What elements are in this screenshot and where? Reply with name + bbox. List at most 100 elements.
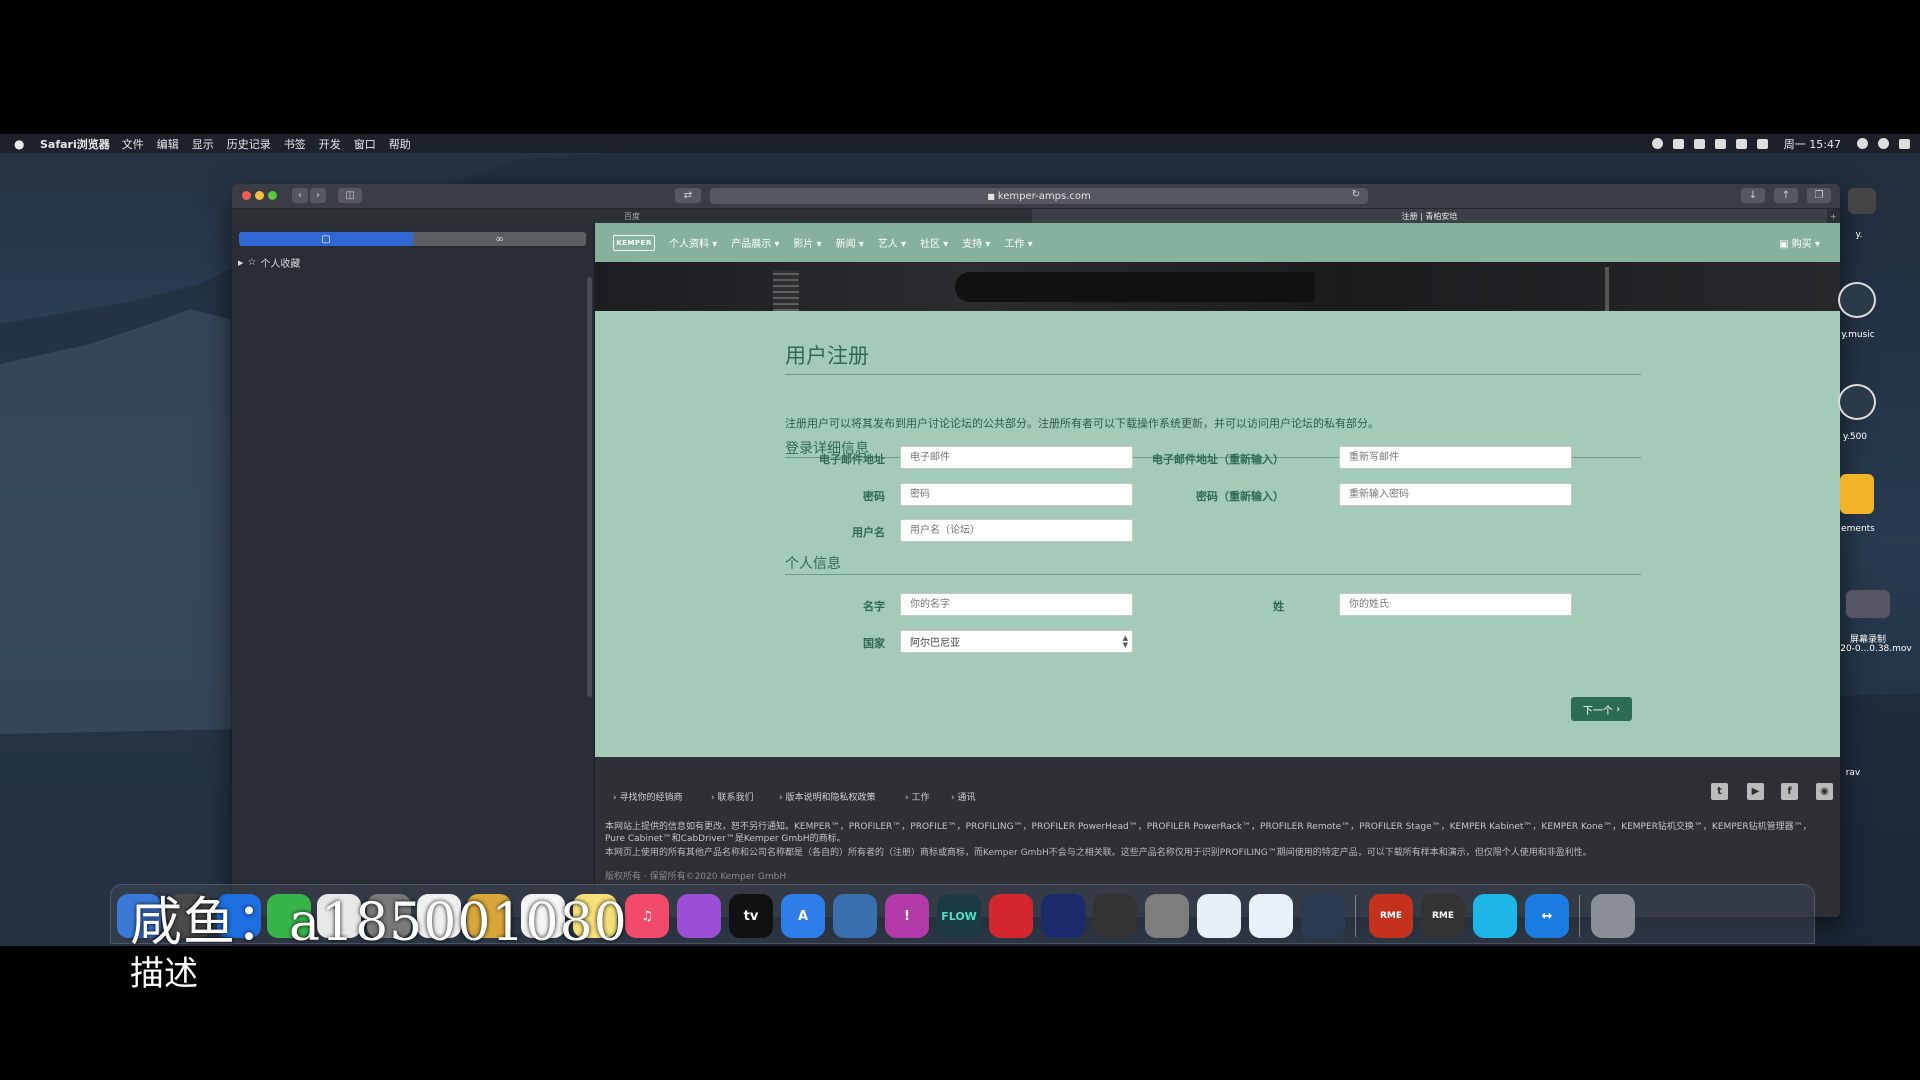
footer-link-newsletter[interactable]: › 通讯 (951, 790, 975, 803)
nav-videos[interactable]: 影片 ▾ (793, 235, 821, 250)
twitter-icon[interactable]: t (1711, 783, 1728, 800)
shield-icon[interactable] (1672, 138, 1684, 149)
clock[interactable]: 周一 15:47 (1784, 136, 1841, 152)
desktop-label-7[interactable]: rav (1838, 768, 1868, 778)
footer-link-contact[interactable]: › 联系我们 (711, 790, 753, 803)
username-field[interactable] (900, 519, 1133, 542)
next-button[interactable]: 下一个 › (1571, 697, 1632, 721)
tab-baidu[interactable]: 百度 (232, 209, 1032, 224)
email-confirm-field[interactable] (1339, 446, 1572, 469)
time-machine-icon-2[interactable] (1838, 384, 1876, 420)
podcasts-icon[interactable] (677, 894, 721, 938)
tab-kemper-register[interactable]: 注册 | 青柏安培 (1032, 209, 1827, 224)
chat-icon[interactable] (1693, 138, 1705, 149)
select-arrows-icon: ▲ ▼ (1122, 634, 1128, 649)
email-field[interactable] (900, 446, 1133, 469)
nav-profile[interactable]: 个人资料 ▾ (669, 235, 717, 250)
password-confirm-field[interactable] (1339, 483, 1572, 506)
nav-community[interactable]: 社区 ▾ (920, 235, 948, 250)
screen-share-icon[interactable] (1473, 894, 1517, 938)
apple-tv-icon[interactable]: tv (729, 894, 773, 938)
music-note-icon[interactable] (1848, 188, 1876, 214)
sidebar-toggle-icon[interactable]: ◫ (338, 188, 362, 203)
trash-icon[interactable] (1591, 894, 1635, 938)
kemper-logo[interactable]: KEMPER (613, 234, 655, 251)
reading-list-tab-icon[interactable]: ∞ (413, 232, 586, 246)
menu-file[interactable]: 文件 (122, 136, 144, 152)
teamviewer-icon[interactable]: ↔ (1525, 894, 1569, 938)
zoom-icon[interactable] (268, 191, 277, 200)
menu-window[interactable]: 窗口 (354, 136, 376, 152)
instagram-icon[interactable]: ◉ (1816, 783, 1833, 800)
folder-icon[interactable] (1840, 474, 1874, 514)
dock-separator-2 (1579, 895, 1580, 937)
disk-utility-icon[interactable] (1093, 894, 1137, 938)
footer-link-dealer[interactable]: › 寻找你的经销商 (613, 790, 682, 803)
video-thumbnail-icon[interactable] (1846, 590, 1890, 618)
message-icon[interactable] (1714, 138, 1726, 149)
password-field[interactable] (900, 483, 1133, 506)
facebook-icon[interactable]: f (1781, 783, 1798, 800)
minimize-icon[interactable] (255, 191, 264, 200)
forward-icon[interactable]: › (310, 188, 326, 203)
rme-totalmix-icon[interactable]: RME (1369, 894, 1413, 938)
reload-icon[interactable]: ↻ (1352, 189, 1360, 200)
menu-bookmarks[interactable]: 书签 (284, 136, 306, 152)
favorites-folder[interactable]: ▶ ☆ 个人收藏 (238, 255, 300, 270)
apple-icon[interactable]: ● (14, 137, 28, 151)
close-icon[interactable] (242, 191, 251, 200)
nav-buy[interactable]: ▣ 购买 ▾ (1779, 235, 1820, 250)
netease-music-icon[interactable] (989, 894, 1033, 938)
desktop-label-6[interactable]: 20-0...0.38.mov (1838, 644, 1914, 654)
desktop-label-1[interactable]: y. (1846, 230, 1872, 240)
last-name-field[interactable] (1339, 593, 1572, 616)
nav-support[interactable]: 支持 ▾ (962, 235, 990, 250)
menu-view[interactable]: 显示 (192, 136, 214, 152)
country-select[interactable]: 阿尔巴尼亚 ▲ ▼ (900, 630, 1133, 653)
menu-edit[interactable]: 编辑 (157, 136, 179, 152)
search-icon[interactable] (1857, 138, 1868, 149)
rme-digicheck-icon[interactable]: RME (1421, 894, 1465, 938)
flow-vpn-icon[interactable]: FLOW (937, 894, 981, 938)
menu-develop[interactable]: 开发 (319, 136, 341, 152)
back-icon[interactable]: ‹ (292, 188, 308, 203)
input-method-icon[interactable] (1756, 138, 1768, 149)
desktop-label-2[interactable]: y.music (1838, 330, 1878, 340)
time-machine-icon[interactable] (1838, 282, 1876, 318)
nav-news[interactable]: 新闻 ▾ (836, 235, 864, 250)
record-icon[interactable] (1651, 138, 1663, 149)
new-tab-icon[interactable]: + (1827, 209, 1840, 224)
system-preferences-icon[interactable] (1145, 894, 1189, 938)
menu-history[interactable]: 历史记录 (227, 136, 271, 152)
music-icon[interactable]: ♫ (625, 894, 669, 938)
footer-link-jobs[interactable]: › 工作 (905, 790, 929, 803)
list-icon[interactable] (1899, 138, 1910, 149)
link-app-icon[interactable] (1197, 894, 1241, 938)
nav-jobs[interactable]: 工作 ▾ (1004, 235, 1032, 250)
audio-app-icon[interactable] (1041, 894, 1085, 938)
windows-icon[interactable] (1735, 138, 1747, 149)
baidu-netdisk-icon[interactable] (1249, 894, 1293, 938)
share-icon[interactable]: ↑ (1774, 188, 1798, 203)
tabs-overview-icon[interactable]: ❐ (1807, 188, 1831, 203)
browser-icon[interactable] (1301, 894, 1345, 938)
feedback-icon[interactable]: ! (885, 894, 929, 938)
nav-artists[interactable]: 艺人 ▾ (878, 235, 906, 250)
nav-products[interactable]: 产品展示 ▾ (731, 235, 779, 250)
first-name-field[interactable] (900, 593, 1133, 616)
vpn-icon[interactable] (833, 894, 877, 938)
desktop-label-4[interactable]: ements (1838, 524, 1878, 534)
app-store-icon[interactable]: A (781, 894, 825, 938)
translate-icon[interactable]: ⇄ (675, 188, 701, 203)
bookmarks-tab-icon[interactable]: ▢ (239, 232, 413, 246)
menu-help[interactable]: 帮助 (389, 136, 411, 152)
download-icon[interactable]: ↓ (1741, 188, 1765, 203)
youtube-icon[interactable]: ▶ (1747, 783, 1764, 800)
sidebar-scrollbar[interactable] (587, 277, 592, 697)
siri-icon[interactable] (1878, 138, 1889, 149)
disclosure-triangle-icon[interactable]: ▶ (238, 259, 243, 267)
desktop-label-3[interactable]: y.500 (1838, 432, 1872, 442)
footer-link-privacy[interactable]: › 版本说明和隐私权政策 (779, 790, 875, 803)
menu-app-name[interactable]: Safari浏览器 (40, 136, 110, 152)
address-bar[interactable]: ■ kemper-amps.com ↻ (710, 188, 1368, 204)
